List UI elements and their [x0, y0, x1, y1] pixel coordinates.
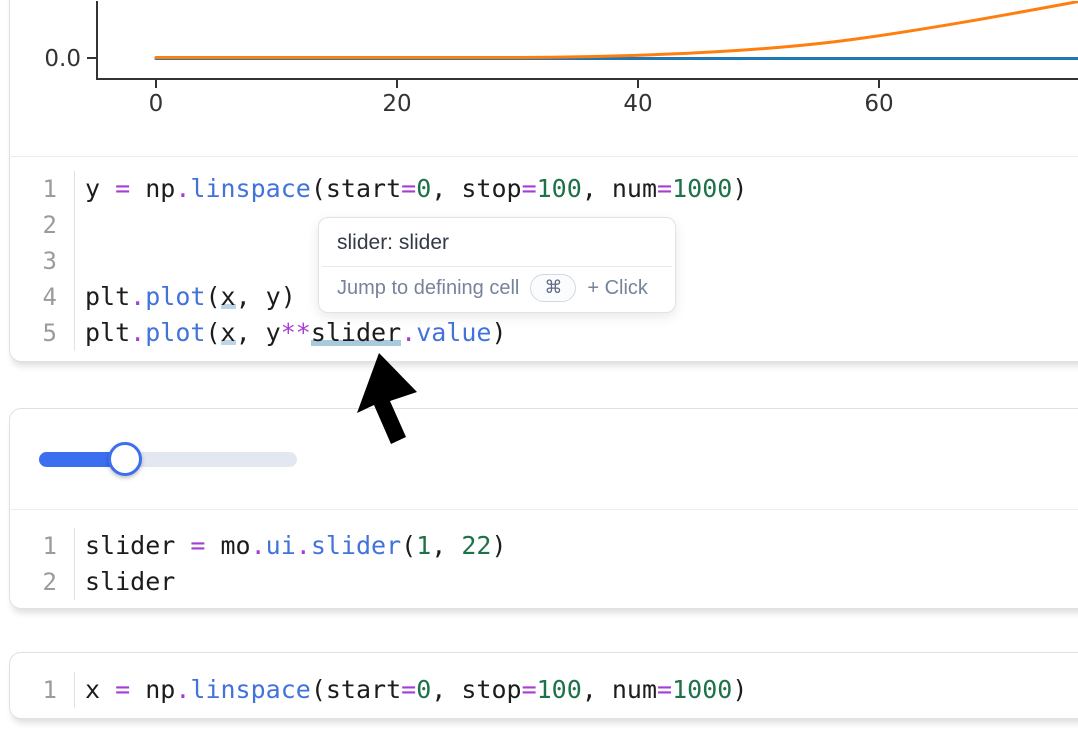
slider-track[interactable] [39, 452, 297, 467]
variable-tooltip: slider: slider Jump to defining cell ⌘ +… [318, 217, 676, 313]
x-tick-label: 40 [623, 91, 652, 117]
code-text[interactable]: plt.plot(x, y**slider.value) [74, 315, 507, 351]
command-key-badge: ⌘ [530, 274, 576, 302]
line-number: 2 [21, 564, 57, 600]
line-number: 1 [21, 528, 57, 564]
line-number: 5 [21, 315, 57, 351]
jump-to-defining-cell-action[interactable]: Jump to defining cell ⌘ + Click [322, 266, 672, 312]
code-line[interactable]: 5 plt.plot(x, y**slider.value) [21, 315, 1078, 351]
x-tick-label: 60 [864, 91, 893, 117]
cell-x: 1 x = np.linspace(start=0, stop=100, num=… [9, 652, 1078, 719]
code-text[interactable]: slider [74, 564, 175, 600]
line-series-y-pow-slider [156, 1, 1078, 58]
code-line[interactable]: 1 y = np.linspace(start=0, stop=100, num=… [21, 171, 1078, 207]
code-text[interactable] [74, 243, 85, 279]
click-suffix-label: + Click [587, 277, 648, 300]
output-editor-divider [11, 509, 1078, 510]
command-key-glyph: ⌘ [544, 277, 562, 298]
line-number: 3 [21, 243, 57, 279]
line-number: 2 [21, 207, 57, 243]
slider-handle[interactable] [108, 442, 142, 476]
tooltip-title: slider: slider [319, 218, 675, 266]
line-number: 4 [21, 279, 57, 315]
code-editor-x-cell[interactable]: 1 x = np.linspace(start=0, stop=100, num=… [21, 672, 1078, 708]
code-text[interactable]: plt.plot(x, y) [74, 279, 296, 315]
cell-slider: 1 slider = mo.ui.slider(1, 22) 2 slider [9, 408, 1078, 609]
code-text[interactable]: y = np.linspace(start=0, stop=100, num=1… [74, 171, 747, 207]
code-editor-slider-cell[interactable]: 1 slider = mo.ui.slider(1, 22) 2 slider [21, 528, 1078, 600]
code-line[interactable]: 1 slider = mo.ui.slider(1, 22) [21, 528, 1078, 564]
code-text[interactable]: slider = mo.ui.slider(1, 22) [74, 528, 507, 564]
x-tick-label: 20 [382, 91, 411, 117]
matplotlib-figure: 0.0 0 20 40 60 [1, 1, 1078, 151]
code-text[interactable] [74, 207, 85, 243]
code-text[interactable]: x = np.linspace(start=0, stop=100, num=1… [74, 672, 747, 708]
line-number: 1 [21, 672, 57, 708]
code-line[interactable]: 1 x = np.linspace(start=0, stop=100, num=… [21, 672, 1078, 708]
jump-label: Jump to defining cell [337, 277, 519, 300]
code-line[interactable]: 2 slider [21, 564, 1078, 600]
line-number: 1 [21, 171, 57, 207]
output-editor-divider [11, 156, 1078, 157]
y-tick-label: 0.0 [44, 46, 81, 72]
x-tick-label: 0 [149, 91, 164, 117]
